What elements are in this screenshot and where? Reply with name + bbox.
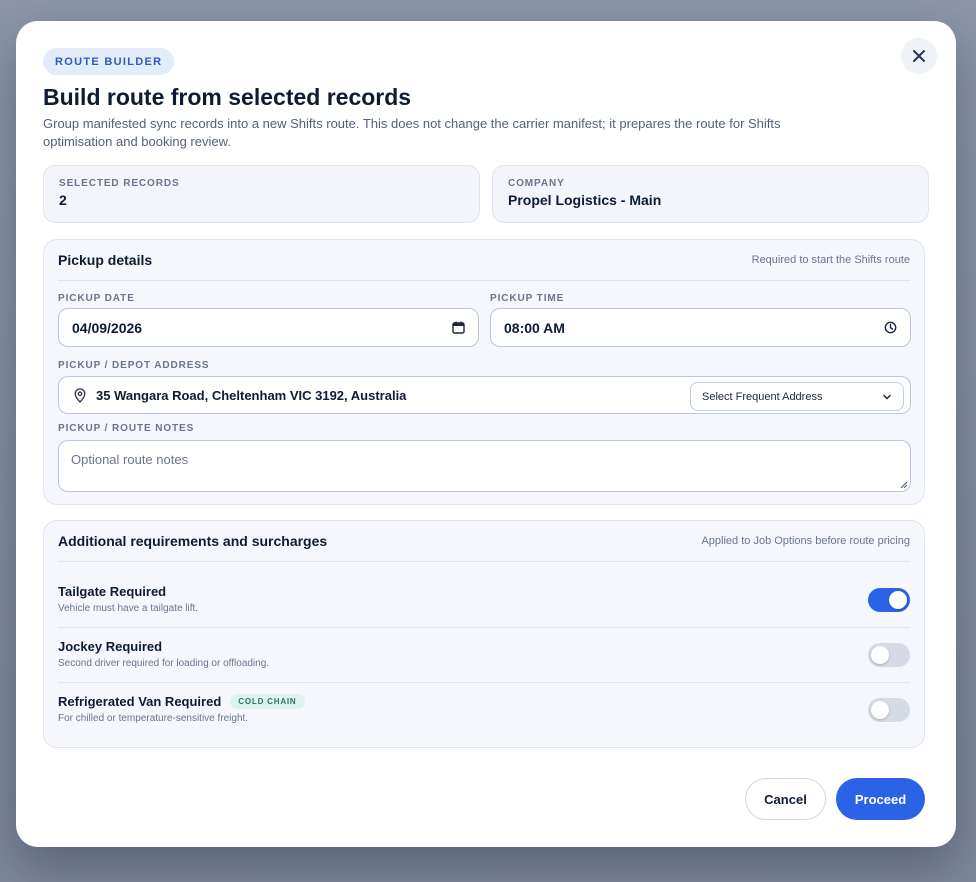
pickup-date-input[interactable]: 04/09/2026 xyxy=(58,308,479,347)
modal-subtitle: Group manifested sync records into a new… xyxy=(43,116,781,149)
company-value: Propel Logistics - Main xyxy=(508,192,662,208)
requirements-title: Additional requirements and surcharges xyxy=(58,533,328,549)
cold-chain-tag: COLD CHAIN xyxy=(230,694,305,709)
route-notes-textarea[interactable]: Optional route notes xyxy=(58,440,911,492)
chevron-down-icon xyxy=(882,392,892,402)
route-notes-label: PICKUP / ROUTE NOTES xyxy=(58,423,195,434)
requirement-row-jockey: Jockey Required Second driver required f… xyxy=(58,628,910,683)
pickup-details-section: Pickup details Required to start the Shi… xyxy=(43,239,925,505)
frequent-address-select[interactable]: Select Frequent Address xyxy=(690,382,904,411)
proceed-button[interactable]: Proceed xyxy=(836,778,925,820)
pickup-address-value: 35 Wangara Road, Cheltenham VIC 3192, Au… xyxy=(96,387,407,403)
requirements-note: Applied to Job Options before route pric… xyxy=(701,535,910,547)
toggle-knob xyxy=(871,701,889,719)
location-pin-icon xyxy=(74,387,86,403)
requirements-header: Additional requirements and surcharges A… xyxy=(58,521,910,562)
pickup-address-input[interactable]: 35 Wangara Road, Cheltenham VIC 3192, Au… xyxy=(58,376,911,414)
pickup-time-value: 08:00 AM xyxy=(504,319,565,336)
route-builder-modal: ROUTE BUILDER Build route from selected … xyxy=(16,21,956,847)
pickup-details-header: Pickup details Required to start the Shi… xyxy=(58,240,910,281)
modal-title: Build route from selected records xyxy=(43,84,412,110)
refrigerated-desc: For chilled or temperature-sensitive fre… xyxy=(58,713,249,724)
tailgate-desc: Vehicle must have a tailgate lift. xyxy=(58,603,199,614)
pickup-details-title: Pickup details xyxy=(58,252,153,268)
resize-grip-icon[interactable] xyxy=(898,479,908,489)
refrigerated-label: Refrigerated Van Required xyxy=(58,694,222,709)
tailgate-label: Tailgate Required xyxy=(58,584,167,599)
pickup-date-value: 04/09/2026 xyxy=(72,319,143,336)
jockey-toggle[interactable] xyxy=(868,643,910,667)
requirement-row-tailgate: Tailgate Required Vehicle must have a ta… xyxy=(58,573,910,628)
toggle-knob xyxy=(871,646,889,664)
pickup-date-label: PICKUP DATE xyxy=(58,293,135,304)
selected-records-card: SELECTED RECORDS 2 xyxy=(43,165,480,223)
close-icon xyxy=(913,50,925,62)
route-notes-placeholder: Optional route notes xyxy=(71,452,189,467)
route-builder-badge: ROUTE BUILDER xyxy=(43,48,175,75)
close-button[interactable] xyxy=(901,38,937,74)
requirement-row-refrigerated: Refrigerated Van Required COLD CHAIN For… xyxy=(58,683,910,738)
refrigerated-toggle[interactable] xyxy=(868,698,910,722)
cancel-button[interactable]: Cancel xyxy=(745,778,826,820)
toggle-knob xyxy=(889,591,907,609)
pickup-details-note: Required to start the Shifts route xyxy=(751,254,910,266)
pickup-time-input[interactable]: 08:00 AM xyxy=(490,308,911,347)
tailgate-toggle[interactable] xyxy=(868,588,910,612)
jockey-label: Jockey Required xyxy=(58,639,163,654)
jockey-desc: Second driver required for loading or of… xyxy=(58,658,270,669)
clock-icon[interactable] xyxy=(884,321,897,334)
company-card: COMPANY Propel Logistics - Main xyxy=(492,165,929,223)
jockey-name: Jockey Required xyxy=(58,639,162,654)
frequent-address-label: Select Frequent Address xyxy=(702,390,823,403)
selected-records-label: SELECTED RECORDS xyxy=(59,178,180,189)
company-label: COMPANY xyxy=(508,178,565,189)
calendar-icon[interactable] xyxy=(452,321,465,334)
refrigerated-name: Refrigerated Van Required COLD CHAIN xyxy=(58,694,305,709)
pickup-time-label: PICKUP TIME xyxy=(490,293,565,304)
pickup-address-label: PICKUP / DEPOT ADDRESS xyxy=(58,360,210,371)
selected-records-value: 2 xyxy=(59,192,67,208)
tailgate-name: Tailgate Required xyxy=(58,584,166,599)
requirements-section: Additional requirements and surcharges A… xyxy=(43,520,925,748)
